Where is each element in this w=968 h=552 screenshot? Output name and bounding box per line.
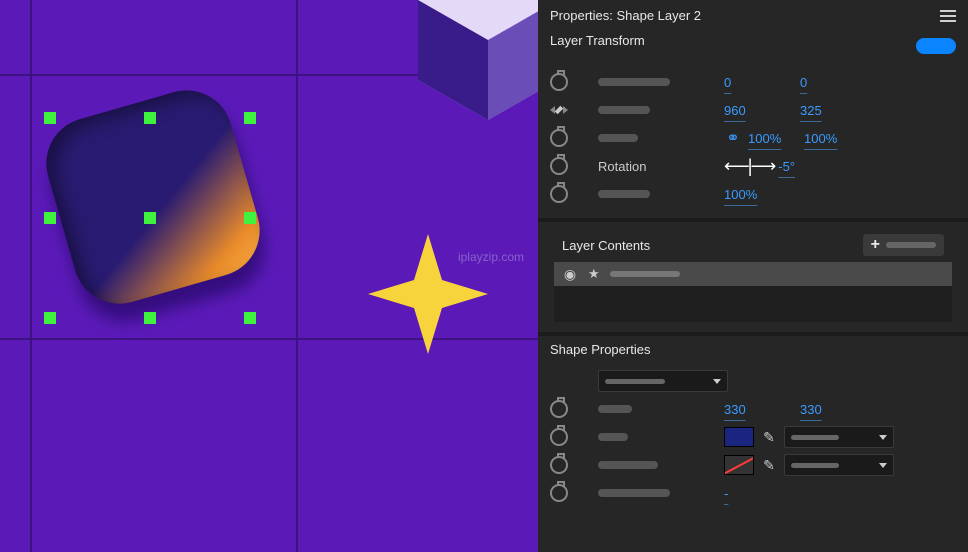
stopwatch-icon[interactable] <box>550 484 568 502</box>
scale-row: ⚭ 100% 100% <box>550 124 956 152</box>
stroke-width-row: - <box>550 479 956 507</box>
eyedropper-icon[interactable]: ✎ <box>760 457 778 474</box>
position-x-value[interactable]: 960 <box>724 103 794 118</box>
selection-handle[interactable] <box>244 112 256 124</box>
selection-anchor[interactable] <box>144 212 156 224</box>
shape-size-y-value[interactable]: 330 <box>800 402 870 417</box>
stopwatch-icon[interactable] <box>550 157 568 175</box>
fill-color-swatch[interactable] <box>724 427 754 447</box>
stroke-row: ✎ <box>550 451 956 479</box>
rotation-value[interactable]: -5° <box>778 159 832 174</box>
selection-handle[interactable] <box>144 112 156 124</box>
chevron-down-icon <box>879 435 887 440</box>
fill-row: ✎ <box>550 423 956 451</box>
layer-transform-heading: Layer Transform <box>550 33 645 48</box>
panel-title: Properties: Shape Layer 2 <box>550 8 701 23</box>
property-label <box>598 433 628 441</box>
stroke-type-dropdown[interactable] <box>784 454 894 476</box>
scale-x-value[interactable]: 100% <box>748 131 798 146</box>
property-label <box>598 78 670 86</box>
shape-properties-heading: Shape Properties <box>550 342 956 357</box>
reset-transform-button[interactable] <box>916 38 956 54</box>
anchor-x-value[interactable]: 0 <box>724 75 794 90</box>
stopwatch-icon[interactable] <box>550 185 568 203</box>
property-label <box>598 489 670 497</box>
composition-viewport[interactable]: iplayzip.com <box>0 0 538 552</box>
visibility-eye-icon[interactable]: ◉ <box>562 266 578 282</box>
hexagon-shape <box>398 0 538 130</box>
anchor-y-value[interactable]: 0 <box>800 75 870 90</box>
rotation-row: Rotation ⟵|⟶ -5° <box>550 152 956 180</box>
gridline <box>30 0 32 552</box>
property-label <box>598 405 632 413</box>
scrub-cursor-icon: ⟵|⟶ <box>724 156 774 177</box>
scale-y-value[interactable]: 100% <box>804 131 858 146</box>
chevron-down-icon <box>713 379 721 384</box>
property-label <box>598 190 650 198</box>
selection-handle[interactable] <box>144 312 156 324</box>
position-y-value[interactable]: 325 <box>800 103 870 118</box>
layer-contents-heading: Layer Contents <box>562 238 650 253</box>
rotation-label: Rotation <box>598 159 646 174</box>
selection-handle[interactable] <box>244 312 256 324</box>
property-label <box>598 134 638 142</box>
position-row: 960 325 <box>550 96 956 124</box>
keyframe-navigator[interactable] <box>550 106 568 114</box>
stroke-width-value[interactable]: - <box>724 486 794 501</box>
shape-size-row: 330 330 <box>550 395 956 423</box>
gridline <box>296 0 298 552</box>
stopwatch-icon[interactable] <box>550 456 568 474</box>
layer-contents-list: ◉ ★ <box>554 262 952 322</box>
stroke-color-swatch[interactable] <box>724 455 754 475</box>
content-item-row[interactable]: ◉ ★ <box>554 262 952 286</box>
opacity-row: 100% <box>550 180 956 208</box>
selection-handle[interactable] <box>244 212 256 224</box>
stopwatch-icon[interactable] <box>550 400 568 418</box>
fill-type-dropdown[interactable] <box>784 426 894 448</box>
selection-handle[interactable] <box>44 312 56 324</box>
property-label <box>598 106 650 114</box>
panel-menu-icon[interactable] <box>940 10 956 22</box>
watermark-text: iplayzip.com <box>458 250 524 264</box>
shape-type-dropdown[interactable] <box>598 370 728 392</box>
constrain-proportions-icon[interactable]: ⚭ <box>724 128 742 148</box>
chevron-down-icon <box>879 463 887 468</box>
opacity-value[interactable]: 100% <box>724 187 794 202</box>
stopwatch-icon[interactable] <box>550 428 568 446</box>
plus-icon: + <box>871 237 880 253</box>
shape-size-x-value[interactable]: 330 <box>724 402 794 417</box>
properties-panel: Properties: Shape Layer 2 Layer Transfor… <box>538 0 968 552</box>
polystar-icon: ★ <box>588 266 600 282</box>
property-label <box>598 461 658 469</box>
content-item-label <box>610 271 680 277</box>
eyedropper-icon[interactable]: ✎ <box>760 429 778 446</box>
stopwatch-icon[interactable] <box>550 129 568 147</box>
add-content-button[interactable]: + <box>863 234 944 256</box>
selection-handle[interactable] <box>44 212 56 224</box>
stopwatch-icon[interactable] <box>550 73 568 91</box>
anchor-point-row: 0 0 <box>550 68 956 96</box>
selection-handle[interactable] <box>44 112 56 124</box>
